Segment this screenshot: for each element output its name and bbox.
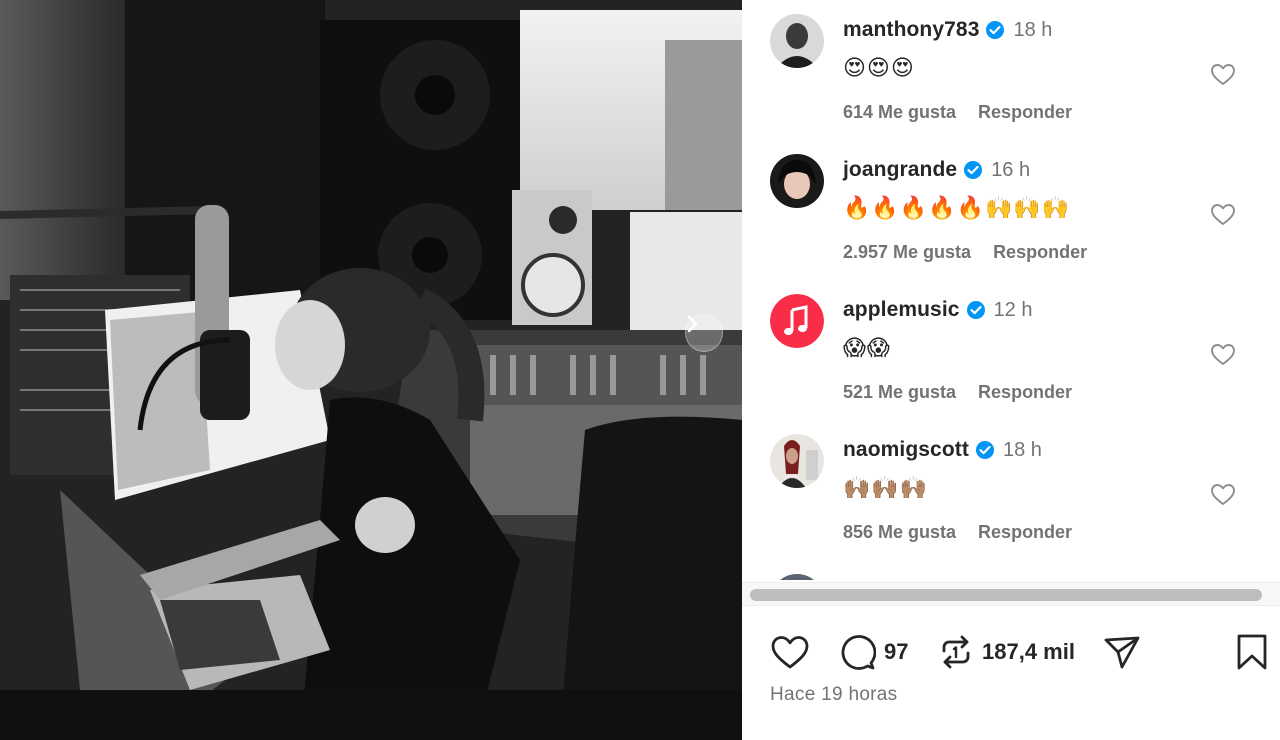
- verified-badge-icon: [964, 161, 983, 179]
- verified-badge-icon: [975, 441, 994, 459]
- post-photo: [0, 0, 742, 740]
- comment-likes-count[interactable]: 521 Me gusta: [843, 382, 956, 403]
- send-icon: [1104, 636, 1140, 669]
- comment-item: joangrande 16 h 🔥🔥🔥🔥🔥🙌🙌🙌 2.957 Me gusta …: [770, 154, 1266, 274]
- repost-count: 187,4 mil: [982, 639, 1075, 664]
- avatar[interactable]: [770, 154, 824, 208]
- comment-header: applemusic 12 h: [843, 296, 1032, 324]
- comment-username[interactable]: manthony783: [843, 18, 979, 42]
- next-photo-button[interactable]: [685, 314, 723, 352]
- comment-time[interactable]: 18 h: [1003, 439, 1042, 462]
- comment-item: applemusic 12 h 😱😱 521 Me gusta Responde…: [770, 294, 1266, 414]
- comment-likes-count[interactable]: 2.957 Me gusta: [843, 242, 971, 263]
- heart-icon: [771, 636, 809, 669]
- comment-username[interactable]: naomigscott: [843, 438, 969, 462]
- repost-button[interactable]: 187,4 mil: [938, 630, 1075, 674]
- avatar[interactable]: [770, 294, 824, 348]
- comment-actions: 856 Me gusta Responder: [843, 522, 1072, 543]
- heart-icon[interactable]: [1210, 202, 1236, 228]
- horizontal-scrollbar[interactable]: [742, 582, 1280, 606]
- comment-time[interactable]: 12 h: [994, 299, 1033, 322]
- reply-button[interactable]: Responder: [978, 382, 1072, 403]
- comment-likes-count[interactable]: 856 Me gusta: [843, 522, 956, 543]
- scrollbar-thumb[interactable]: [750, 589, 1262, 601]
- avatar[interactable]: [770, 434, 824, 488]
- post-action-bar: 97 187,4 mil: [742, 630, 1280, 674]
- apple-music-logo-icon: [770, 294, 824, 348]
- repost-icon: [942, 635, 970, 669]
- bookmark-icon: [1237, 634, 1267, 670]
- avatar-manthony783: [770, 14, 824, 68]
- share-button[interactable]: [1102, 630, 1142, 674]
- comment-item: naomigscott 18 h 🙌🏽🙌🏽🙌🏽 856 Me gusta Res…: [770, 434, 1266, 554]
- comment-text: 😱😱: [843, 336, 891, 361]
- comment-actions: 614 Me gusta Responder: [843, 102, 1072, 123]
- comment-username[interactable]: applemusic: [843, 298, 960, 322]
- reply-button[interactable]: Responder: [978, 102, 1072, 123]
- comment-count: 97: [884, 639, 909, 664]
- comments-list[interactable]: manthony783 18 h 😍😍😍 614 Me gusta Respon…: [742, 0, 1280, 580]
- like-button[interactable]: [770, 630, 810, 674]
- studio-photo-illustration: [0, 0, 742, 740]
- comment-text: 🙌🏽🙌🏽🙌🏽: [843, 476, 929, 501]
- post-side-panel: manthony783 18 h 😍😍😍 614 Me gusta Respon…: [742, 0, 1280, 740]
- comment-text: 😍😍😍: [843, 56, 915, 81]
- comment-time[interactable]: 18 h: [1013, 19, 1052, 42]
- avatar[interactable]: [770, 574, 824, 580]
- heart-icon[interactable]: [1210, 342, 1236, 368]
- heart-icon[interactable]: [1210, 62, 1236, 88]
- comment-username[interactable]: joangrande: [843, 158, 957, 182]
- comment-item-partial: [770, 574, 1266, 580]
- avatar-naomigscott: [770, 434, 824, 488]
- comment-header: manthony783 18 h: [843, 16, 1052, 44]
- verified-badge-icon: [966, 301, 985, 319]
- comment-button[interactable]: 97: [838, 630, 908, 674]
- save-button[interactable]: [1236, 630, 1268, 674]
- comment-actions: 521 Me gusta Responder: [843, 382, 1072, 403]
- chevron-right-icon: [687, 315, 698, 333]
- comment-time[interactable]: 16 h: [991, 159, 1030, 182]
- post-timestamp[interactable]: Hace 19 horas: [770, 684, 897, 706]
- avatar[interactable]: [770, 14, 824, 68]
- comment-icon: [841, 635, 876, 670]
- comment-header: naomigscott 18 h: [843, 436, 1042, 464]
- reply-button[interactable]: Responder: [993, 242, 1087, 263]
- avatar-joangrande: [770, 154, 824, 208]
- comment-item: manthony783 18 h 😍😍😍 614 Me gusta Respon…: [770, 14, 1266, 134]
- comment-likes-count[interactable]: 614 Me gusta: [843, 102, 956, 123]
- comment-text: 🔥🔥🔥🔥🔥🙌🙌🙌: [843, 196, 1071, 221]
- comment-actions: 2.957 Me gusta Responder: [843, 242, 1087, 263]
- reply-button[interactable]: Responder: [978, 522, 1072, 543]
- comment-header: joangrande 16 h: [843, 156, 1030, 184]
- verified-badge-icon: [986, 21, 1005, 39]
- heart-icon[interactable]: [1210, 482, 1236, 508]
